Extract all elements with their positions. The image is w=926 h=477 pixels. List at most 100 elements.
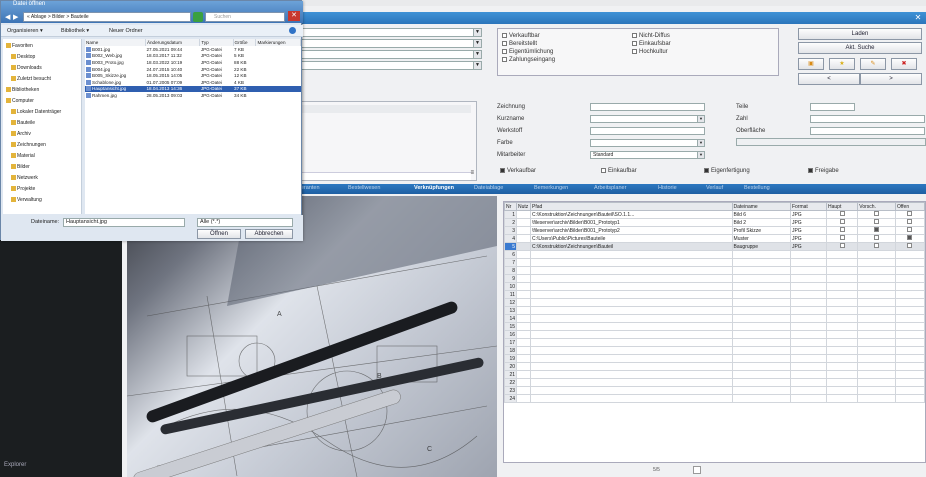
table-row[interactable]: 7: [504, 258, 926, 267]
checkbox-icon[interactable]: [907, 211, 913, 216]
address-bar[interactable]: « Ablage > Bilder > Bauteile: [23, 12, 191, 22]
tree-item[interactable]: Desktop: [11, 54, 35, 60]
offen-cell[interactable]: [894, 242, 926, 251]
vorsch-cell[interactable]: [857, 242, 896, 251]
tree-item[interactable]: Favoriten: [6, 43, 33, 49]
chevron-down-icon[interactable]: ▼: [473, 40, 481, 47]
grid-header[interactable]: Nr: [504, 202, 517, 211]
checkbox-icon[interactable]: [632, 33, 637, 38]
file-header[interactable]: Typ: [199, 39, 234, 46]
vorsch-cell[interactable]: [857, 218, 896, 227]
current-search-button[interactable]: Akt. Suche: [798, 42, 922, 54]
open-button[interactable]: Öffnen: [197, 229, 241, 239]
tree-item[interactable]: Bibliotheken: [6, 87, 39, 93]
form-field[interactable]: [810, 127, 925, 135]
table-row[interactable]: 10: [504, 282, 926, 291]
table-row[interactable]: 22: [504, 378, 926, 387]
table-row[interactable]: 18: [504, 346, 926, 355]
offen-cell[interactable]: [894, 218, 926, 227]
chevron-down-icon[interactable]: ▼: [473, 29, 481, 36]
form-field[interactable]: [590, 127, 705, 135]
vorsch-cell[interactable]: [857, 210, 896, 219]
tree-item[interactable]: Zuletzt besucht: [11, 76, 51, 82]
file-header[interactable]: Größe: [233, 39, 257, 46]
offen-cell[interactable]: [894, 234, 926, 243]
tab-item[interactable]: Arbeitsplaner: [594, 185, 626, 191]
table-row[interactable]: 20: [504, 362, 926, 371]
form-field[interactable]: [810, 103, 855, 111]
flag-checkbox[interactable]: Hochkultur: [632, 49, 668, 55]
file-row[interactable]: Rahmen.jpg 28.05.2013 09:03 JPG-Datei 34 KB: [85, 92, 301, 99]
grid-header[interactable]: Nutz: [516, 202, 531, 211]
table-row[interactable]: 9: [504, 274, 926, 283]
vorsch-cell[interactable]: [857, 226, 896, 235]
form-checkbox[interactable]: Eigenfertigung: [704, 168, 750, 174]
grid-header[interactable]: Pfad: [530, 202, 733, 211]
filetype-select[interactable]: Alle (*.*): [197, 218, 293, 227]
tab-item[interactable]: Bestellung: [744, 185, 770, 191]
grid-header[interactable]: Dateiname: [731, 202, 791, 211]
table-row[interactable]: 21: [504, 370, 926, 379]
offen-cell[interactable]: [894, 226, 926, 235]
checkbox-icon[interactable]: [907, 227, 913, 232]
form-field[interactable]: ▼: [590, 139, 705, 147]
checkbox-icon[interactable]: [601, 168, 606, 173]
table-row[interactable]: 17: [504, 338, 926, 347]
tab-item[interactable]: Historie: [658, 185, 677, 191]
forward-icon[interactable]: ▶: [13, 13, 18, 21]
filename-input[interactable]: Hauptansicht.jpg: [63, 218, 185, 227]
tree-item[interactable]: Netzwerk: [11, 175, 38, 181]
table-row[interactable]: 1 C:\Konstruktion\Zeichnungen\Bauteil\SO.…: [504, 210, 926, 219]
tree-item[interactable]: Material: [11, 153, 35, 159]
checkbox-icon[interactable]: [839, 219, 845, 224]
haupt-cell[interactable]: [825, 242, 859, 251]
next-button[interactable]: >: [860, 73, 922, 85]
checkbox-icon[interactable]: [839, 211, 845, 216]
file-row[interactable]: Hauptansicht.jpg 18.04.2013 14:36 JPG-Date…: [85, 85, 301, 93]
table-row[interactable]: 12: [504, 298, 926, 307]
checkbox-icon[interactable]: [907, 243, 913, 248]
table-row[interactable]: 16: [504, 330, 926, 339]
checkbox-icon[interactable]: [500, 168, 505, 173]
table-row[interactable]: 14: [504, 314, 926, 323]
file-row[interactable]: Schablone.jpg 01.07.2005 07:09 JPG-Datei 4 …: [85, 79, 301, 86]
tab-item[interactable]: Verknüpfungen: [414, 185, 454, 191]
file-row[interactable]: B003_Proto.jpg 18.03.2022 10:19 JPG-Datei 8…: [85, 59, 301, 66]
refresh-icon[interactable]: [193, 12, 203, 22]
chevron-down-icon[interactable]: ▼: [697, 152, 704, 158]
chevron-down-icon[interactable]: ▼: [697, 140, 704, 146]
grid-header[interactable]: Vorsch.: [857, 202, 896, 211]
form-checkbox[interactable]: Freigabe: [808, 168, 839, 174]
checkbox-icon[interactable]: [839, 227, 845, 232]
vorsch-cell[interactable]: [857, 234, 896, 243]
load-button[interactable]: Laden: [798, 28, 922, 40]
form-field[interactable]: ▼ Standard: [590, 151, 705, 159]
table-row[interactable]: 3 \fileserver\archiv\Bilder\B001_Prototyp…: [504, 226, 926, 235]
tree-item[interactable]: Downloads: [11, 65, 42, 71]
form-field[interactable]: [810, 115, 925, 123]
checkbox-icon[interactable]: [874, 219, 880, 224]
star-icon[interactable]: ★: [829, 58, 855, 70]
grid-nav-icon[interactable]: [693, 466, 701, 474]
close-icon[interactable]: ✕: [913, 13, 923, 23]
checkbox-icon[interactable]: [632, 49, 637, 54]
file-row[interactable]: B002_Web.jpg 18.03.2017 11:32 JPG-Datei 5 K…: [85, 53, 301, 60]
checkbox-icon[interactable]: [874, 243, 880, 248]
table-row[interactable]: 24: [504, 394, 926, 403]
chevron-down-icon[interactable]: ▼: [473, 62, 481, 69]
checkbox-icon[interactable]: [502, 33, 507, 38]
flag-checkbox[interactable]: Bereitstellt: [502, 41, 537, 47]
file-header[interactable]: Name: [85, 39, 146, 46]
tab-item[interactable]: Bemerkungen: [534, 185, 568, 191]
checkbox-icon[interactable]: [874, 235, 880, 240]
checkbox-icon[interactable]: [874, 211, 880, 216]
edit-icon[interactable]: ✎: [860, 58, 886, 70]
flag-checkbox[interactable]: Nicht-Diffus: [632, 33, 670, 39]
tree-item[interactable]: Zeichnungen: [11, 142, 46, 148]
haupt-cell[interactable]: [825, 234, 859, 243]
table-row[interactable]: 15: [504, 322, 926, 331]
table-row[interactable]: 6: [504, 250, 926, 259]
new-folder-button[interactable]: Neuer Ordner: [109, 28, 143, 34]
tree-item[interactable]: Bauteile: [11, 120, 35, 126]
dialog-close-icon[interactable]: ✕: [288, 11, 300, 21]
